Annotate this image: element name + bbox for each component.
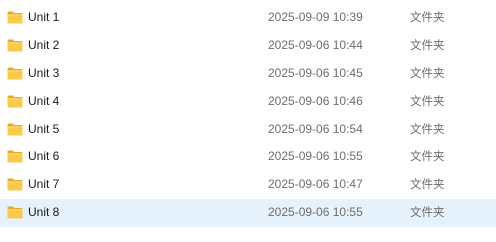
file-row-unit-6[interactable]: Unit 6 2025-09-06 10:55 文件夹 xyxy=(0,143,496,171)
file-type: 文件夹 xyxy=(410,149,445,164)
file-name: Unit 5 xyxy=(28,121,60,136)
file-name: Unit 8 xyxy=(28,205,60,220)
file-type: 文件夹 xyxy=(410,37,445,52)
file-name: Unit 7 xyxy=(28,177,60,192)
file-type: 文件夹 xyxy=(410,93,445,108)
file-modified-date: 2025-09-06 10:44 xyxy=(268,37,363,52)
file-row-unit-1[interactable]: Unit 1 2025-09-09 10:39 文件夹 xyxy=(0,4,496,32)
file-modified-date: 2025-09-06 10:46 xyxy=(268,93,363,108)
file-name: Unit 1 xyxy=(28,10,60,24)
file-type: 文件夹 xyxy=(410,121,445,136)
file-name: Unit 2 xyxy=(28,37,60,52)
file-type: 文件夹 xyxy=(410,177,445,192)
file-row-unit-7[interactable]: Unit 7 2025-09-06 10:47 文件夹 xyxy=(0,171,496,199)
file-modified-date: 2025-09-06 10:47 xyxy=(268,177,363,192)
file-row-unit-2[interactable]: Unit 2 2025-09-06 10:44 文件夹 xyxy=(0,32,496,60)
file-list: Unit 1 2025-09-09 10:39 文件夹 Unit 2 2025-… xyxy=(0,4,496,228)
file-type: 文件夹 xyxy=(410,10,445,24)
file-name: Unit 6 xyxy=(28,149,60,164)
file-type: 文件夹 xyxy=(410,65,445,80)
file-modified-date: 2025-09-06 10:54 xyxy=(268,121,363,136)
file-name: Unit 3 xyxy=(28,65,60,80)
file-modified-date: 2025-09-06 10:55 xyxy=(268,149,363,164)
file-row-unit-8[interactable]: Unit 8 2025-09-06 10:55 文件夹 xyxy=(0,199,496,228)
file-row-unit-3[interactable]: Unit 3 2025-09-06 10:45 文件夹 xyxy=(0,60,496,88)
file-row-unit-5[interactable]: Unit 5 2025-09-06 10:54 文件夹 xyxy=(0,116,496,144)
file-name: Unit 4 xyxy=(28,93,60,108)
file-modified-date: 2025-09-06 10:55 xyxy=(268,205,363,220)
file-modified-date: 2025-09-09 10:39 xyxy=(268,10,363,24)
file-modified-date: 2025-09-06 10:45 xyxy=(268,65,363,80)
file-type: 文件夹 xyxy=(410,205,445,220)
file-row-unit-4[interactable]: Unit 4 2025-09-06 10:46 文件夹 xyxy=(0,88,496,116)
